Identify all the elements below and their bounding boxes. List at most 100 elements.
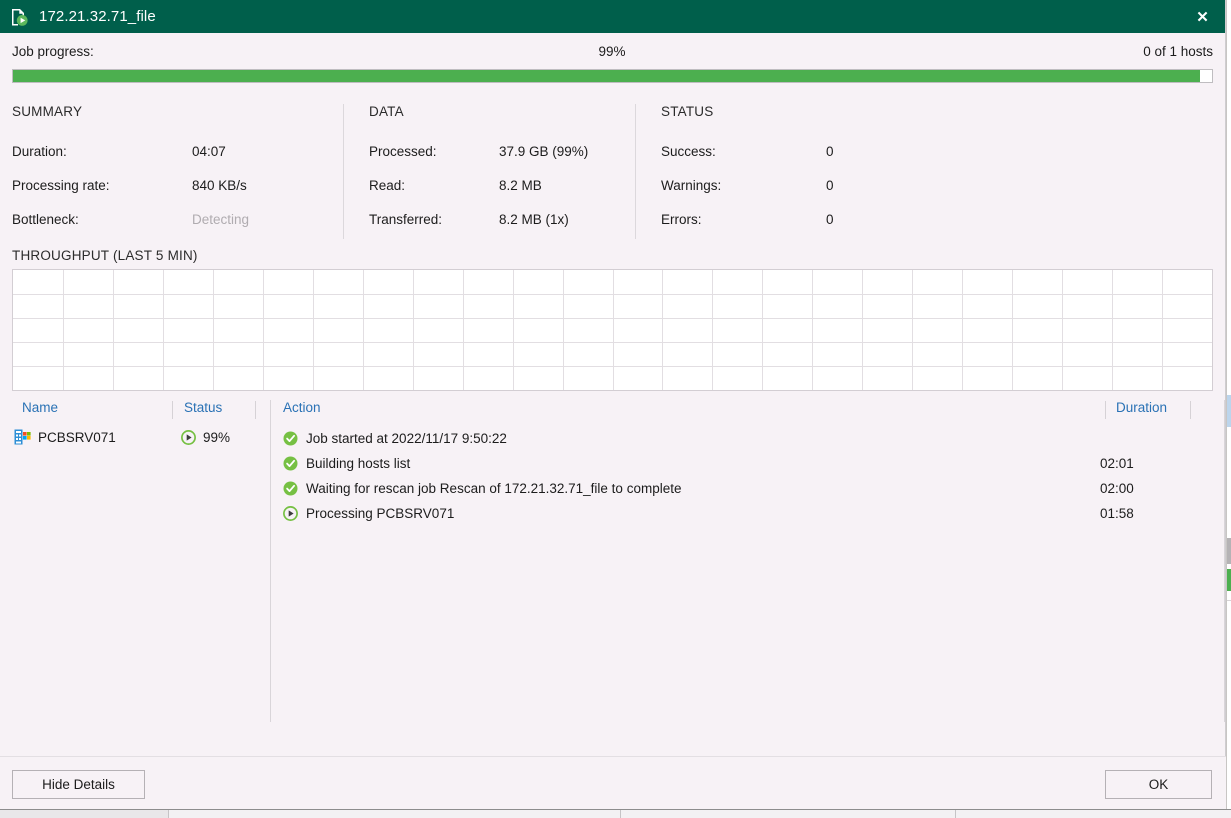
summary-processing-rate-value: 840 KB/s: [192, 178, 247, 193]
job-progress-dialog: 172.21.32.71_file ✕ Job progress: 99% 0 …: [0, 0, 1226, 809]
data-row-read: Read: 8.2 MB: [369, 177, 646, 194]
summary-row-processing-rate: Processing rate: 840 KB/s: [12, 177, 354, 194]
data-heading: DATA: [369, 104, 404, 119]
data-transferred-label: Transferred:: [369, 212, 443, 227]
action-duration: 02:00: [1100, 481, 1134, 496]
throughput-gridline-horizontal: [13, 294, 1212, 295]
action-duration: 02:01: [1100, 456, 1134, 471]
throughput-gridline-horizontal: [13, 366, 1212, 367]
throughput-gridline-vertical: [712, 270, 714, 390]
status-errors-label: Errors:: [661, 212, 702, 227]
throughput-gridline-vertical: [212, 270, 214, 390]
dialog-footer: Hide Details OK: [0, 756, 1226, 809]
job-details-list: Name Status Action Duration PCBSRV071 99…: [0, 400, 1225, 722]
hide-details-button[interactable]: Hide Details: [12, 770, 145, 799]
column-separator[interactable]: [1105, 401, 1106, 419]
status-success-label: Success:: [661, 144, 716, 159]
status-row-warnings: Warnings: 0: [661, 177, 926, 194]
status-heading: STATUS: [661, 104, 714, 119]
data-transferred-value: 8.2 MB (1x): [499, 212, 569, 227]
data-row-processed: Processed: 37.9 GB (99%): [369, 143, 646, 160]
throughput-gridline-vertical: [162, 270, 164, 390]
data-read-value: 8.2 MB: [499, 178, 542, 193]
throughput-gridline-vertical: [762, 270, 764, 390]
action-text: Waiting for rescan job Rescan of 172.21.…: [306, 481, 682, 496]
stats-panels: SUMMARY Duration: 04:07 Processing rate:…: [0, 104, 1225, 254]
job-progress-labels: Job progress: 99% 0 of 1 hosts: [12, 44, 1213, 62]
close-icon[interactable]: ✕: [1180, 0, 1225, 33]
summary-duration-value: 04:07: [192, 144, 226, 159]
job-progress-label: Job progress:: [12, 44, 94, 59]
throughput-chart: [12, 269, 1213, 391]
throughput-gridline-vertical: [362, 270, 364, 390]
throughput-gridline-vertical: [562, 270, 564, 390]
data-read-label: Read:: [369, 178, 406, 193]
data-processed-label: Processed:: [369, 144, 437, 159]
ok-button[interactable]: OK: [1105, 770, 1212, 799]
background-window-strip: [1226, 0, 1231, 817]
job-progress-bar-fill: [13, 70, 1200, 82]
summary-row-bottleneck: Bottleneck: Detecting: [12, 211, 354, 228]
status-warnings-value: 0: [826, 178, 834, 193]
throughput-gridline-vertical: [1162, 270, 1164, 390]
status-row-errors: Errors: 0: [661, 211, 926, 228]
summary-bottleneck-value: Detecting: [192, 212, 250, 227]
entity-status-cell: 99%: [170, 430, 230, 445]
data-row-transferred: Transferred: 8.2 MB (1x): [369, 211, 646, 228]
throughput-gridline-horizontal: [13, 318, 1212, 319]
data-processed-value: 37.9 GB (99%): [499, 144, 589, 159]
data-panel: DATA Processed: 37.9 GB (99%) Read: 8.2 …: [354, 104, 646, 254]
throughput-gridline-vertical: [262, 270, 264, 390]
summary-duration-label: Duration:: [12, 144, 67, 159]
in-progress-icon: [283, 506, 298, 521]
summary-row-duration: Duration: 04:07: [12, 143, 354, 160]
success-icon: [283, 456, 298, 471]
background-strip-divider: [1227, 600, 1231, 601]
table-row[interactable]: PCBSRV071 99%: [0, 426, 270, 448]
job-progress-percent: 99%: [598, 44, 626, 59]
summary-panel: SUMMARY Duration: 04:07 Processing rate:…: [12, 104, 354, 254]
action-text: Building hosts list: [306, 456, 411, 471]
column-separator[interactable]: [172, 401, 173, 419]
throughput-gridline-vertical: [812, 270, 814, 390]
column-separator[interactable]: [255, 401, 256, 419]
server-icon: [14, 429, 31, 445]
entity-status: 99%: [203, 429, 231, 445]
background-strip-green-marker: [1227, 569, 1231, 591]
success-icon: [283, 481, 298, 496]
job-file-icon: [9, 7, 29, 27]
success-icon: [283, 431, 298, 446]
action-text: Job started at 2022/11/17 9:50:22: [306, 431, 507, 446]
column-header-action[interactable]: Action: [283, 400, 321, 415]
throughput-gridline-vertical: [912, 270, 914, 390]
list-item[interactable]: Building hosts list 02:01: [271, 451, 1225, 476]
throughput-gridline-vertical: [62, 270, 64, 390]
column-header-name[interactable]: Name: [22, 400, 58, 415]
status-success-value: 0: [826, 144, 834, 159]
throughput-gridline-vertical: [1012, 270, 1014, 390]
column-header-status[interactable]: Status: [184, 400, 222, 415]
summary-bottleneck-label: Bottleneck:: [12, 212, 79, 227]
throughput-gridline-vertical: [1062, 270, 1064, 390]
list-item[interactable]: Waiting for rescan job Rescan of 172.21.…: [271, 476, 1225, 501]
throughput-gridline-vertical: [612, 270, 614, 390]
list-item[interactable]: Processing PCBSRV071 01:58: [271, 501, 1225, 526]
throughput-gridline-vertical: [112, 270, 114, 390]
column-separator[interactable]: [1190, 401, 1191, 419]
job-progress-hosts: 0 of 1 hosts: [1143, 44, 1213, 59]
action-text: Processing PCBSRV071: [306, 506, 455, 521]
background-strip-scroll-thumb: [1227, 538, 1231, 564]
list-item[interactable]: Job started at 2022/11/17 9:50:22: [271, 426, 1225, 451]
list-header-row: Name Status Action Duration: [0, 400, 1226, 424]
status-errors-value: 0: [826, 212, 834, 227]
status-warnings-label: Warnings:: [661, 178, 722, 193]
column-header-duration[interactable]: Duration: [1116, 400, 1167, 415]
throughput-gridline-vertical: [862, 270, 864, 390]
throughput-gridline-horizontal: [13, 342, 1212, 343]
throughput-gridline-vertical: [662, 270, 664, 390]
action-duration: 01:58: [1100, 506, 1134, 521]
throughput-gridline-vertical: [1112, 270, 1114, 390]
status-row-success: Success: 0: [661, 143, 926, 160]
throughput-gridline-vertical: [312, 270, 314, 390]
entity-name: PCBSRV071: [38, 429, 116, 445]
